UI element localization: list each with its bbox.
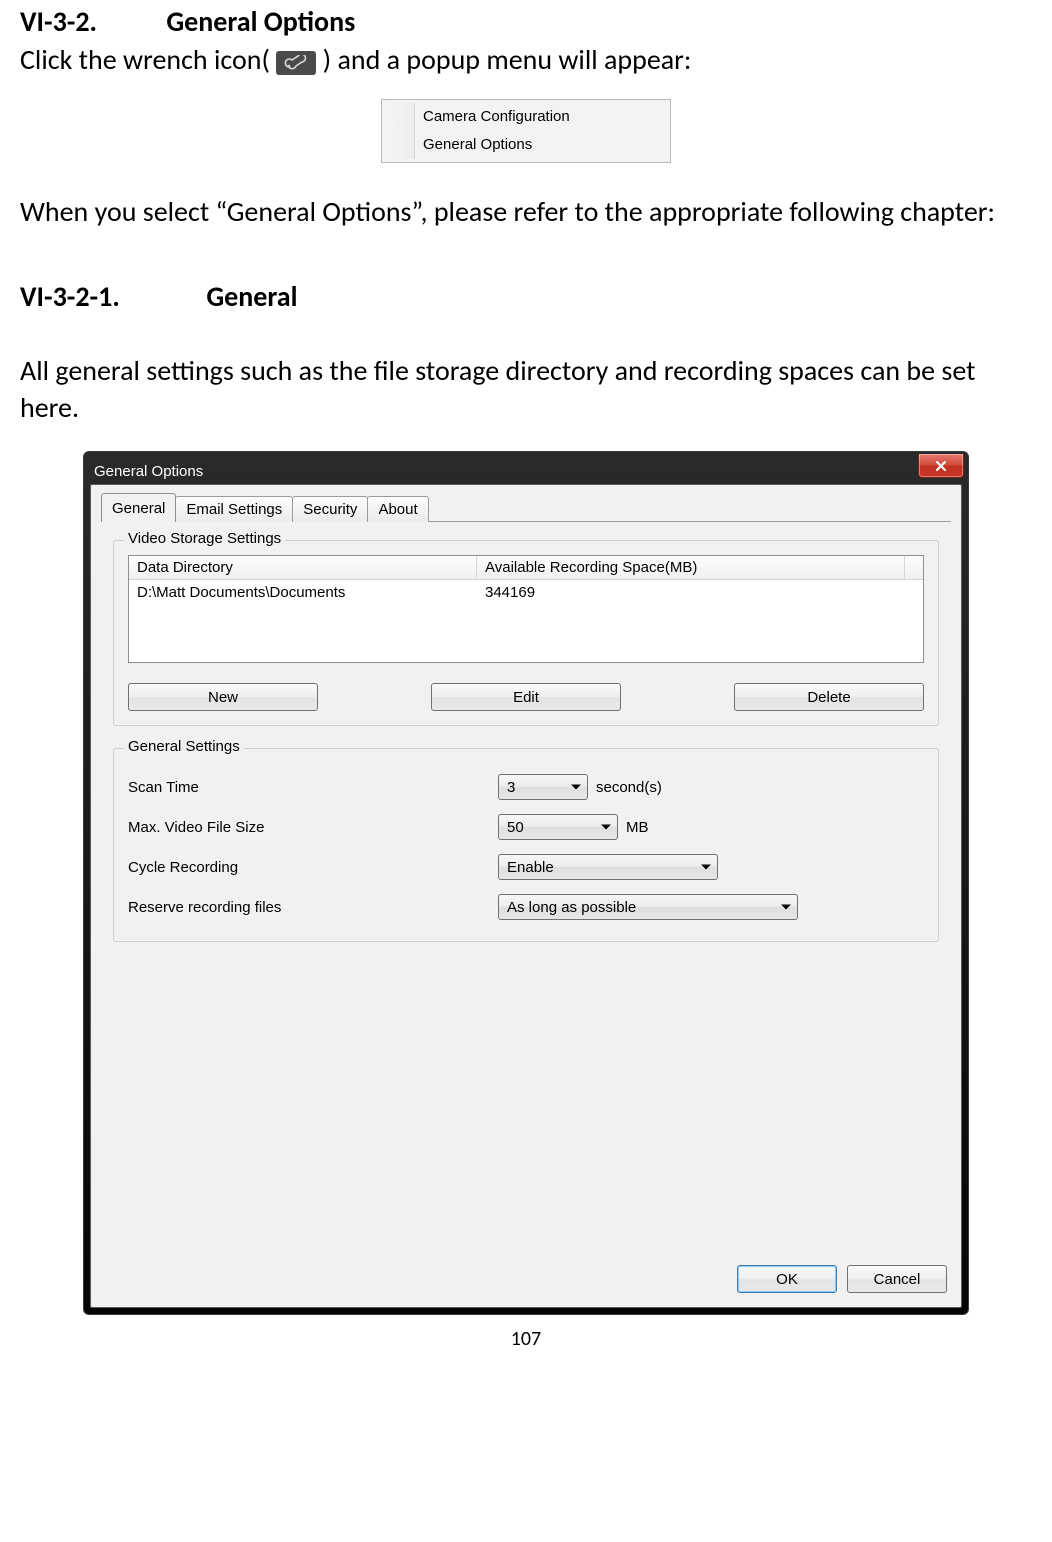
intro-text-post: ) and a popup menu will appear: <box>323 42 692 77</box>
chevron-down-icon <box>781 905 791 910</box>
tab-label: Security <box>303 501 357 518</box>
select-scan-time[interactable]: 3 <box>498 774 588 800</box>
select-value: Enable <box>507 859 554 876</box>
wrench-icon <box>276 51 316 75</box>
general-settings-rows: Scan Time 3 second(s) Max. Video File Si… <box>128 767 924 927</box>
col-header-pad <box>905 556 923 580</box>
col-header-data-directory[interactable]: Data Directory <box>129 556 477 580</box>
select-max-video-size[interactable]: 50 <box>498 814 618 840</box>
select-value: 50 <box>507 819 524 836</box>
intro-line: Click the wrench icon( ) and a popup men… <box>20 41 1032 79</box>
window-title: General Options <box>94 463 203 480</box>
chevron-down-icon <box>601 825 611 830</box>
tab-label: Email Settings <box>186 501 282 518</box>
cell-data-directory: D:\Matt Documents\Documents <box>129 580 477 606</box>
table-header-row: Data Directory Available Recording Space… <box>129 556 923 580</box>
para-before-dialog: All general settings such as the file st… <box>20 352 1032 428</box>
close-icon <box>934 459 948 473</box>
heading-number: VI-3-2. <box>20 4 160 39</box>
tab-email-settings[interactable]: Email Settings <box>175 496 293 522</box>
unit-mb: MB <box>626 819 649 836</box>
label-reserve-recording: Reserve recording files <box>128 899 498 916</box>
group-video-storage: Video Storage Settings Data Directory Av… <box>113 540 939 726</box>
select-cycle-recording[interactable]: Enable <box>498 854 718 880</box>
tab-security[interactable]: Security <box>292 496 368 522</box>
unit-seconds: second(s) <box>596 779 662 796</box>
edit-button[interactable]: Edit <box>431 683 621 711</box>
row-reserve-recording: Reserve recording files As long as possi… <box>128 887 924 927</box>
popup-item-camera-config[interactable]: Camera Configuration <box>385 103 667 131</box>
button-label: OK <box>776 1271 798 1288</box>
group-title: Video Storage Settings <box>124 530 285 547</box>
dialog-body: General Email Settings Security About Vi… <box>90 484 962 1308</box>
popup-icon-col <box>385 131 415 159</box>
button-label: Edit <box>513 689 539 706</box>
heading2-number: VI-3-2-1. <box>20 279 200 314</box>
cancel-button[interactable]: Cancel <box>847 1265 947 1293</box>
select-value: As long as possible <box>507 899 636 916</box>
storage-buttons: New Edit Delete <box>128 683 924 711</box>
popup-item-general-options[interactable]: General Options <box>385 131 667 159</box>
select-reserve-recording[interactable]: As long as possible <box>498 894 798 920</box>
dialog-footer: OK Cancel <box>737 1265 947 1293</box>
para-after-popup: When you select “General Options”, pleas… <box>20 193 1032 231</box>
heading-vi-3-2-1: VI-3-2-1. General <box>20 279 1032 314</box>
chevron-down-icon <box>571 785 581 790</box>
label-scan-time: Scan Time <box>128 779 498 796</box>
delete-button[interactable]: Delete <box>734 683 924 711</box>
tab-about[interactable]: About <box>367 496 428 522</box>
storage-table: Data Directory Available Recording Space… <box>128 555 924 663</box>
tab-label: General <box>112 500 165 517</box>
label-cycle-recording: Cycle Recording <box>128 859 498 876</box>
close-button[interactable] <box>918 454 964 478</box>
select-value: 3 <box>507 779 515 796</box>
popup-item-label: General Options <box>423 136 532 153</box>
ok-button[interactable]: OK <box>737 1265 837 1293</box>
row-max-video-size: Max. Video File Size 50 MB <box>128 807 924 847</box>
tab-label: About <box>378 501 417 518</box>
tabs: General Email Settings Security About <box>101 493 428 522</box>
general-options-window: General Options General Email Settings S… <box>83 451 969 1315</box>
heading-title: General Options <box>166 4 355 39</box>
tab-panel-general: Video Storage Settings Data Directory Av… <box>101 521 951 1251</box>
table-row[interactable]: D:\Matt Documents\Documents 344169 <box>129 580 923 606</box>
popup-icon-col <box>385 103 415 131</box>
chevron-down-icon <box>701 865 711 870</box>
row-scan-time: Scan Time 3 second(s) <box>128 767 924 807</box>
button-label: Cancel <box>874 1271 921 1288</box>
cell-available-space: 344169 <box>477 580 923 606</box>
popup-item-label: Camera Configuration <box>423 108 570 125</box>
new-button[interactable]: New <box>128 683 318 711</box>
popup-menu: Camera Configuration General Options <box>381 99 671 163</box>
heading2-title: General <box>206 279 297 314</box>
page-number: 107 <box>20 1327 1032 1351</box>
row-cycle-recording: Cycle Recording Enable <box>128 847 924 887</box>
group-title: General Settings <box>124 738 244 755</box>
label-max-video-size: Max. Video File Size <box>128 819 498 836</box>
button-label: Delete <box>807 689 850 706</box>
dialog-figure: General Options General Email Settings S… <box>20 451 1032 1315</box>
col-header-available-space[interactable]: Available Recording Space(MB) <box>477 556 905 580</box>
popup-menu-figure: Camera Configuration General Options <box>20 99 1032 163</box>
group-general-settings: General Settings Scan Time 3 second(s) <box>113 748 939 942</box>
heading-vi-3-2: VI-3-2. General Options <box>20 4 1032 39</box>
button-label: New <box>208 689 238 706</box>
intro-text-pre: Click the wrench icon( <box>20 42 270 77</box>
titlebar: General Options <box>90 458 962 484</box>
tab-general[interactable]: General <box>101 493 176 522</box>
